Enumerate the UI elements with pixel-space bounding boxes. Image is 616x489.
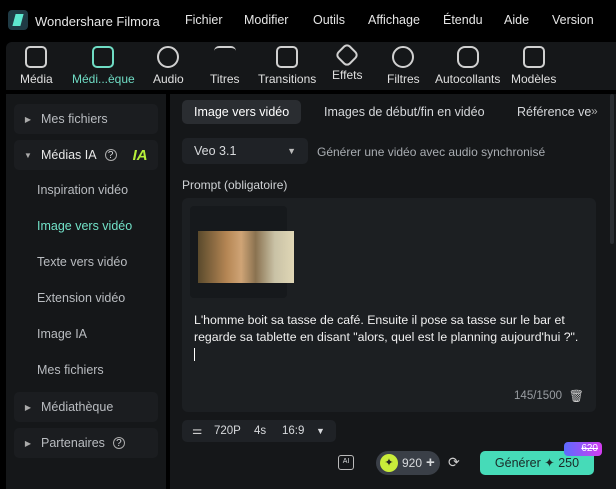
generate-label: Générer bbox=[494, 456, 541, 470]
sidebar-mes-fichiers-ia[interactable]: Mes fichiers bbox=[37, 363, 104, 377]
sparkle-credit-icon: ✦ bbox=[380, 454, 398, 472]
tool-label: Effets bbox=[332, 68, 363, 82]
prompt-input[interactable]: L'homme boit sa tasse de café. Ensuite i… bbox=[182, 198, 596, 412]
sparkle-icon: ✦ bbox=[544, 456, 555, 470]
sidebar: ▶ Mes fichiers ▼ Médias IA? IA Inspiration … bbox=[6, 94, 166, 489]
ai-watermark-icon[interactable]: AI bbox=[338, 455, 354, 470]
char-count: 145/1500 bbox=[514, 390, 562, 402]
uploaded-image bbox=[198, 231, 294, 283]
menu-affichage[interactable]: Affichage bbox=[368, 13, 420, 27]
ia-badge: IA bbox=[132, 146, 148, 164]
tool-label: Filtres bbox=[387, 72, 420, 86]
text-caret bbox=[194, 348, 195, 362]
tool-label: Audio bbox=[153, 72, 184, 86]
expand-icon: ▶ bbox=[24, 402, 32, 412]
text-icon bbox=[213, 46, 236, 68]
menu-version[interactable]: Version bbox=[552, 13, 594, 27]
tool-label: Médi...èque bbox=[72, 72, 135, 86]
generate-cost: 250 bbox=[558, 456, 580, 470]
tool-label: Titres bbox=[210, 72, 240, 86]
filmora-logo-icon bbox=[8, 10, 28, 30]
collapse-icon: ▼ bbox=[24, 150, 32, 160]
toolbar: Média Médi...èque Audio Titres Transitio… bbox=[6, 42, 616, 90]
menu-outils[interactable]: Outils bbox=[313, 13, 345, 27]
help-icon[interactable]: ? bbox=[112, 437, 125, 449]
sidebar-label: Mes fichiers bbox=[41, 112, 108, 126]
credits-value: 920 bbox=[402, 456, 423, 470]
sidebar-mediatheque[interactable]: ▶ Médiathèque bbox=[14, 392, 158, 422]
menu-fichier[interactable]: Fichier bbox=[185, 13, 223, 27]
tool-titres[interactable]: Titres bbox=[210, 46, 240, 86]
tool-transitions[interactable]: Transitions bbox=[258, 46, 316, 86]
tool-media[interactable]: Média bbox=[20, 46, 53, 86]
chevron-down-icon: ▼ bbox=[287, 146, 296, 156]
prompt-label: Prompt (obligatoire) bbox=[182, 178, 288, 192]
tool-label: Média bbox=[20, 72, 53, 86]
image-thumbnail[interactable] bbox=[190, 206, 294, 298]
help-icon[interactable]: ? bbox=[104, 149, 117, 161]
sidebar-medias-ia[interactable]: ▼ Médias IA? IA bbox=[14, 140, 158, 170]
tab-image-vers-video[interactable]: Image vers vidéo bbox=[182, 100, 302, 124]
tool-filtres[interactable]: Filtres bbox=[387, 46, 420, 86]
effects-icon bbox=[334, 42, 360, 68]
tool-modeles[interactable]: Modèles bbox=[511, 46, 556, 86]
sidebar-texte-vers-video[interactable]: Texte vers vidéo bbox=[37, 255, 127, 269]
menu-aide[interactable]: Aide bbox=[504, 13, 529, 27]
add-credits-icon[interactable]: + bbox=[426, 451, 435, 475]
music-icon bbox=[157, 46, 180, 68]
media-icon bbox=[25, 46, 48, 68]
expand-icon: ▶ bbox=[24, 114, 32, 124]
menu-etendu[interactable]: Étendu bbox=[443, 13, 483, 27]
filters-icon bbox=[392, 46, 415, 68]
audio-sync-label: Générer une vidéo avec audio synchronisé bbox=[317, 145, 546, 159]
tool-label: Transitions bbox=[258, 72, 317, 86]
sidebar-inspiration-video[interactable]: Inspiration vidéo bbox=[37, 183, 128, 197]
tool-label: Modèles bbox=[511, 72, 557, 86]
settings-sliders-icon: ⚌ bbox=[192, 425, 203, 437]
sidebar-partenaires[interactable]: ▶ Partenaires? bbox=[14, 428, 158, 458]
menu-modifier[interactable]: Modifier bbox=[244, 13, 288, 27]
store-icon bbox=[92, 46, 115, 68]
tabs-more-icon[interactable]: » bbox=[591, 104, 598, 118]
model-select[interactable]: Veo 3.1 ▼ bbox=[182, 138, 308, 164]
sticker-icon bbox=[456, 46, 479, 68]
tool-label: Autocollants bbox=[435, 72, 501, 86]
sidebar-image-ia[interactable]: Image IA bbox=[37, 327, 87, 341]
app-title: Wondershare Filmora bbox=[35, 14, 160, 29]
ratio-value: 16:9 bbox=[282, 425, 305, 437]
prompt-text: L'homme boit sa tasse de café. Ensuite i… bbox=[194, 313, 579, 344]
sidebar-extension-video[interactable]: Extension vidéo bbox=[37, 291, 125, 305]
transition-icon bbox=[276, 46, 299, 68]
trash-icon[interactable]: 🗑 bbox=[569, 389, 584, 403]
video-settings-button[interactable]: ⚌ 720P 4s 16:9 ▼ bbox=[182, 420, 336, 442]
duration-value: 4s bbox=[254, 425, 267, 437]
credits-button[interactable]: ✦ 920 + bbox=[376, 451, 440, 475]
tool-autocollants[interactable]: Autocollants bbox=[435, 46, 500, 86]
expand-icon: ▶ bbox=[24, 438, 32, 448]
templates-icon bbox=[522, 46, 545, 68]
resolution-value: 720P bbox=[214, 425, 241, 437]
sidebar-label: Partenaires bbox=[41, 436, 105, 450]
tool-audio[interactable]: Audio bbox=[153, 46, 184, 86]
sidebar-label: Médiathèque bbox=[41, 400, 114, 414]
old-cost: 620 bbox=[581, 443, 598, 454]
sidebar-mes-fichiers[interactable]: ▶ Mes fichiers bbox=[14, 104, 158, 134]
model-value: Veo 3.1 bbox=[194, 144, 237, 158]
tool-mediatheque[interactable]: Médi...èque bbox=[72, 46, 135, 86]
title-bar: Wondershare Filmora Fichier Modifier Out… bbox=[0, 0, 616, 42]
tool-effets[interactable]: Effets bbox=[332, 42, 363, 82]
main-panel: Image vers vidéo Images de début/fin en … bbox=[170, 94, 616, 489]
sidebar-label: Médias IA bbox=[41, 148, 97, 162]
scrollbar[interactable] bbox=[610, 94, 614, 244]
tab-images-debut-fin[interactable]: Images de début/fin en vidéo bbox=[312, 100, 497, 124]
refresh-icon[interactable]: ⟳ bbox=[448, 454, 460, 471]
tab-reference-video[interactable]: Référence ve bbox=[505, 100, 603, 124]
chevron-down-icon: ▼ bbox=[316, 426, 325, 436]
discount-badge: 620 bbox=[564, 442, 602, 456]
sidebar-image-vers-video[interactable]: Image vers vidéo bbox=[37, 219, 132, 233]
